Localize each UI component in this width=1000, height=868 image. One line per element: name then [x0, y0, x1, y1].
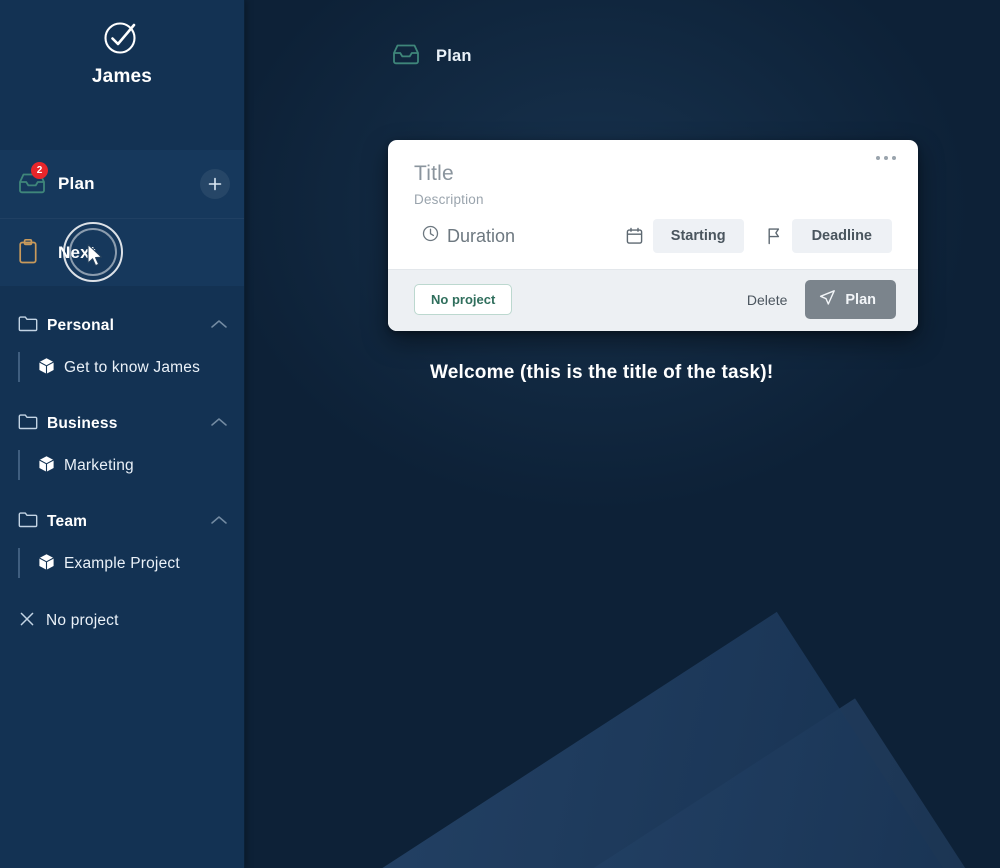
task-description-input[interactable]: Description — [414, 192, 892, 207]
group-children-personal: Get to know James — [0, 348, 244, 388]
group-name-personal: Personal — [47, 317, 115, 334]
app-window: James 2 Plan Next Personal Get to know J… — [0, 0, 1000, 868]
duration-field[interactable]: Duration — [414, 225, 515, 247]
calendar-icon — [626, 227, 643, 245]
delete-button[interactable]: Delete — [739, 286, 795, 314]
cube-icon — [38, 553, 55, 576]
profile-name: James — [91, 66, 153, 87]
project-label: Marketing — [64, 457, 134, 474]
ellipsis-icon[interactable] — [876, 156, 896, 160]
project-label: Get to know James — [64, 359, 201, 376]
group-header-team[interactable]: Team — [0, 500, 244, 544]
folder-icon — [18, 315, 38, 337]
check-circle-icon — [99, 14, 145, 60]
group-name-team: Team — [47, 513, 88, 530]
task-card: Title Description Duration Starting Dead… — [388, 140, 918, 331]
project-selector-button[interactable]: No project — [414, 284, 513, 315]
project-item-get-to-know-james[interactable]: Get to know James — [18, 348, 244, 388]
project-groups: Personal Get to know James Business Mark… — [0, 286, 244, 644]
task-title-input[interactable]: Title — [414, 162, 892, 186]
main-header: Plan — [245, 0, 1000, 73]
chevron-up-icon[interactable] — [210, 415, 228, 433]
folder-icon — [18, 413, 38, 435]
inbox-tray-icon — [390, 40, 422, 73]
deadline-button[interactable]: Deadline — [791, 219, 892, 253]
folder-icon — [18, 511, 38, 533]
profile-block: James — [0, 0, 244, 150]
plan-badge-count: 2 — [31, 162, 48, 179]
add-task-button[interactable] — [200, 169, 230, 199]
sidebar-item-label-next: Next — [58, 242, 96, 262]
sidebar-item-label-plan: Plan — [58, 174, 95, 193]
plus-icon — [208, 177, 222, 191]
clock-icon — [422, 225, 439, 247]
group-header-business[interactable]: Business — [0, 402, 244, 446]
inbox-tray-icon: 2 — [16, 162, 50, 199]
group-children-business: Marketing — [0, 446, 244, 486]
paper-plane-icon — [819, 289, 836, 310]
starting-button[interactable]: Starting — [652, 219, 744, 253]
sidebar-item-next[interactable]: Next — [0, 218, 244, 286]
sidebar-item-no-project[interactable]: No project — [0, 598, 244, 644]
close-x-icon — [18, 610, 36, 633]
project-item-marketing[interactable]: Marketing — [18, 446, 244, 486]
cube-icon — [38, 357, 55, 380]
sidebar: James 2 Plan Next Personal Get to know J… — [0, 0, 245, 868]
cube-icon — [38, 455, 55, 478]
flag-icon — [766, 227, 782, 245]
duration-label: Duration — [447, 225, 516, 246]
clipboard-icon — [16, 238, 50, 268]
footer-actions: Delete Plan — [739, 280, 896, 319]
group-children-team: Example Project — [0, 544, 244, 584]
welcome-task-title: Welcome (this is the title of the task)! — [430, 362, 774, 383]
task-card-body: Title Description Duration Starting Dead… — [388, 140, 918, 269]
task-date-controls: Starting Deadline — [626, 219, 892, 253]
group-name-business: Business — [47, 415, 118, 432]
project-label: Example Project — [64, 555, 180, 572]
sidebar-item-plan[interactable]: 2 Plan — [0, 150, 244, 218]
page-title: Plan — [436, 47, 472, 65]
sidebar-item-label-no-project: No project — [46, 612, 119, 629]
chevron-up-icon[interactable] — [210, 513, 228, 531]
chevron-up-icon[interactable] — [210, 317, 228, 335]
plan-submit-button[interactable]: Plan — [805, 280, 896, 319]
task-card-footer: No project Delete Plan — [388, 269, 918, 331]
main-content: Plan Title Description Duration Starting… — [245, 0, 1000, 868]
project-item-example-project[interactable]: Example Project — [18, 544, 244, 584]
plan-submit-label: Plan — [845, 291, 876, 308]
group-header-personal[interactable]: Personal — [0, 304, 244, 348]
task-meta-row: Duration Starting Deadline — [414, 219, 892, 253]
